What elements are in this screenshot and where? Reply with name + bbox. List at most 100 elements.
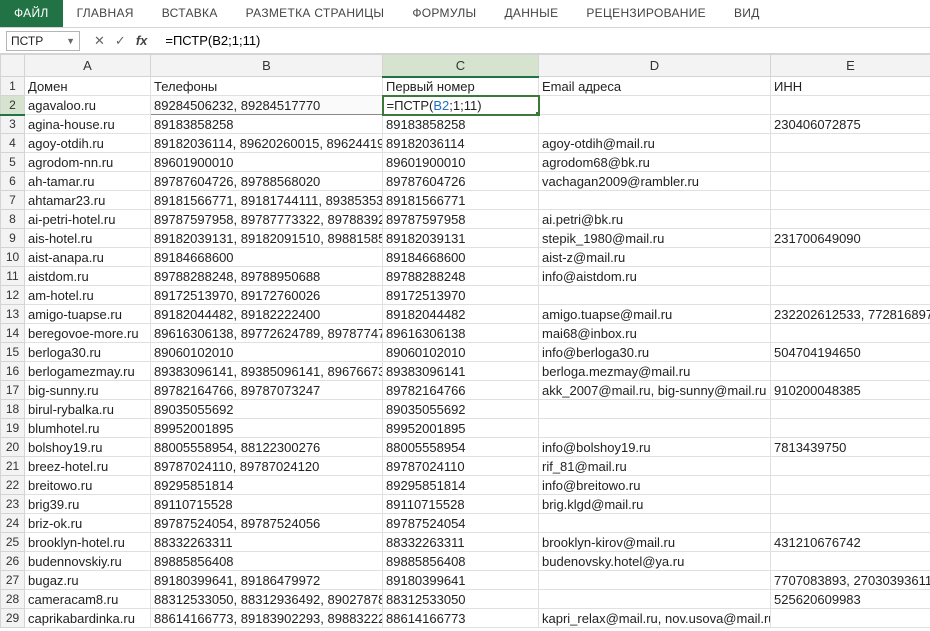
cell[interactable]: agrodom-nn.ru bbox=[25, 153, 151, 172]
row-head[interactable]: 17 bbox=[1, 381, 25, 400]
cell[interactable]: berloga.mezmay@mail.ru bbox=[539, 362, 771, 381]
cell[interactable]: 89952001895 bbox=[151, 419, 383, 438]
cell[interactable]: 89172513970 bbox=[383, 286, 539, 305]
cell[interactable] bbox=[539, 96, 771, 115]
cell[interactable]: 88614166773 bbox=[383, 609, 539, 628]
cell[interactable]: 89788288248 bbox=[383, 267, 539, 286]
col-head-E[interactable]: E bbox=[771, 55, 930, 77]
cell[interactable]: bolshoy19.ru bbox=[25, 438, 151, 457]
cell[interactable]: 89788288248, 89788950688 bbox=[151, 267, 383, 286]
cell[interactable] bbox=[771, 552, 930, 571]
row-head[interactable]: 9 bbox=[1, 229, 25, 248]
cell[interactable]: 88005558954, 88122300276 bbox=[151, 438, 383, 457]
cell[interactable]: ahtamar23.ru bbox=[25, 191, 151, 210]
cell[interactable]: 89885856408 bbox=[151, 552, 383, 571]
cell[interactable] bbox=[539, 590, 771, 609]
cell[interactable]: 89180399641 bbox=[383, 571, 539, 590]
cell[interactable]: 89035055692 bbox=[151, 400, 383, 419]
cell[interactable]: 89184668600 bbox=[383, 248, 539, 267]
row-head[interactable]: 10 bbox=[1, 248, 25, 267]
cell[interactable]: 89182036114, 89620260015, 89624419609 bbox=[151, 134, 383, 153]
cell[interactable]: 89787604726, 89788568020 bbox=[151, 172, 383, 191]
row-head[interactable]: 5 bbox=[1, 153, 25, 172]
cell[interactable]: 232202612533, 77281689711 bbox=[771, 305, 930, 324]
cell[interactable] bbox=[771, 514, 930, 533]
cell[interactable]: aist-z@mail.ru bbox=[539, 248, 771, 267]
cell[interactable]: agoy-otdih@mail.ru bbox=[539, 134, 771, 153]
cell[interactable]: 89181566771, 89181744111, 89385353888 bbox=[151, 191, 383, 210]
cell[interactable]: 89952001895 bbox=[383, 419, 539, 438]
row-head[interactable]: 16 bbox=[1, 362, 25, 381]
row-head[interactable]: 24 bbox=[1, 514, 25, 533]
cell[interactable] bbox=[771, 134, 930, 153]
cell[interactable]: ai.petri@bk.ru bbox=[539, 210, 771, 229]
cell[interactable]: 89782164766, 89787073247 bbox=[151, 381, 383, 400]
row-head[interactable]: 23 bbox=[1, 495, 25, 514]
cell[interactable] bbox=[771, 191, 930, 210]
cell[interactable]: 89182039131, 89182091510, 89881585809 bbox=[151, 229, 383, 248]
ribbon-tab-формулы[interactable]: ФОРМУЛЫ bbox=[398, 0, 490, 27]
row-head[interactable]: 3 bbox=[1, 115, 25, 134]
select-all-corner[interactable] bbox=[1, 55, 25, 77]
ribbon-tab-файл[interactable]: ФАЙЛ bbox=[0, 0, 63, 27]
cell[interactable]: 89184668600 bbox=[151, 248, 383, 267]
cell[interactable]: bugaz.ru bbox=[25, 571, 151, 590]
fx-icon[interactable]: fx bbox=[136, 33, 148, 48]
cell[interactable]: agavaloo.ru bbox=[25, 96, 151, 115]
cell[interactable]: big-sunny.ru bbox=[25, 381, 151, 400]
cell[interactable]: breez-hotel.ru bbox=[25, 457, 151, 476]
cell[interactable] bbox=[539, 419, 771, 438]
cell[interactable]: 504704194650 bbox=[771, 343, 930, 362]
cell[interactable]: budenovsky.hotel@ya.ru bbox=[539, 552, 771, 571]
cell[interactable]: Первый номер bbox=[383, 77, 539, 96]
cell[interactable]: 88312533050, 88312936492, 89027878787, bbox=[151, 590, 383, 609]
cell[interactable]: amigo-tuapse.ru bbox=[25, 305, 151, 324]
cell[interactable]: 431210676742 bbox=[771, 533, 930, 552]
cell[interactable]: 89295851814 bbox=[383, 476, 539, 495]
cell[interactable]: brig39.ru bbox=[25, 495, 151, 514]
cell[interactable]: 89383096141 bbox=[383, 362, 539, 381]
cell[interactable]: 231700649090 bbox=[771, 229, 930, 248]
cell[interactable]: info@aistdom.ru bbox=[539, 267, 771, 286]
row-head[interactable]: 27 bbox=[1, 571, 25, 590]
cell[interactable] bbox=[771, 324, 930, 343]
cell[interactable]: berloga30.ru bbox=[25, 343, 151, 362]
cell[interactable] bbox=[771, 362, 930, 381]
cell[interactable]: 89383096141, 89385096141, 89676673579 bbox=[151, 362, 383, 381]
cell[interactable]: 89110715528 bbox=[151, 495, 383, 514]
cell[interactable]: 230406072875 bbox=[771, 115, 930, 134]
cell[interactable]: blumhotel.ru bbox=[25, 419, 151, 438]
cell[interactable]: mai68@inbox.ru bbox=[539, 324, 771, 343]
cell[interactable] bbox=[771, 286, 930, 305]
cell[interactable] bbox=[771, 609, 930, 628]
cell[interactable]: 89110715528 bbox=[383, 495, 539, 514]
cell[interactable]: am-hotel.ru bbox=[25, 286, 151, 305]
cell[interactable] bbox=[539, 191, 771, 210]
cell[interactable]: caprikabardinka.ru bbox=[25, 609, 151, 628]
cell[interactable]: 89284506232, 89284517770 bbox=[151, 96, 383, 115]
row-head[interactable]: 11 bbox=[1, 267, 25, 286]
cell[interactable] bbox=[771, 400, 930, 419]
row-head[interactable]: 15 bbox=[1, 343, 25, 362]
row-head[interactable]: 8 bbox=[1, 210, 25, 229]
cell[interactable]: 89181566771 bbox=[383, 191, 539, 210]
cell[interactable] bbox=[771, 153, 930, 172]
row-head[interactable]: 28 bbox=[1, 590, 25, 609]
cell[interactable]: agrodom68@bk.ru bbox=[539, 153, 771, 172]
cell[interactable]: berlogamezmay.ru bbox=[25, 362, 151, 381]
col-head-A[interactable]: A bbox=[25, 55, 151, 77]
cancel-icon[interactable]: ✕ bbox=[94, 33, 105, 49]
cell[interactable]: 89787604726 bbox=[383, 172, 539, 191]
cell[interactable]: 89180399641, 89186479972 bbox=[151, 571, 383, 590]
ribbon-tab-данные[interactable]: ДАННЫЕ bbox=[490, 0, 572, 27]
cell[interactable]: brooklyn-kirov@mail.ru bbox=[539, 533, 771, 552]
cell[interactable]: 89787024110 bbox=[383, 457, 539, 476]
row-head[interactable]: 7 bbox=[1, 191, 25, 210]
cell[interactable]: 89060102010 bbox=[151, 343, 383, 362]
row-head[interactable]: 29 bbox=[1, 609, 25, 628]
row-head[interactable]: 18 bbox=[1, 400, 25, 419]
cell[interactable]: aist-anapa.ru bbox=[25, 248, 151, 267]
col-head-C[interactable]: C bbox=[383, 55, 539, 77]
row-head[interactable]: 6 bbox=[1, 172, 25, 191]
cell[interactable]: 89183858258 bbox=[383, 115, 539, 134]
